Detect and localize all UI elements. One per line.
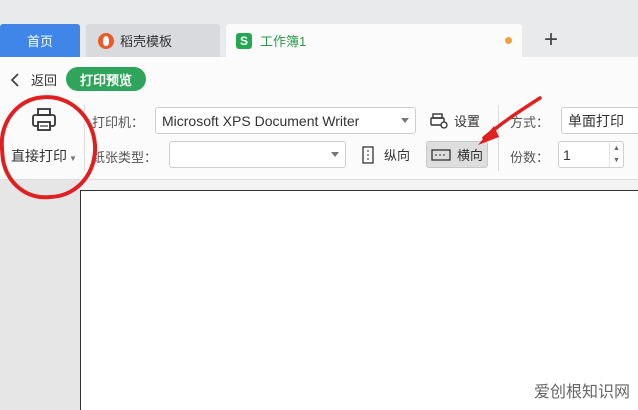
method-label: 方式：	[510, 115, 550, 130]
tab-template[interactable]: 稻壳模板	[86, 24, 220, 57]
print-preview-toolbar: 返回 打印预览 直接打印 ▼ 打印机： Microsoft XPS Documen…	[0, 57, 638, 180]
tab-workbook-label: 工作簿1	[260, 34, 307, 49]
landscape-button[interactable]: 横向	[426, 141, 488, 168]
tab-template-label: 稻壳模板	[120, 34, 173, 49]
paper-type-label: 纸张类型：	[92, 150, 158, 165]
paper-type-select[interactable]	[169, 141, 346, 168]
portrait-label: 纵向	[384, 148, 411, 163]
printer-label: 打印机：	[92, 115, 145, 130]
tab-bar: 首页 稻壳模板 S 工作簿1 +	[0, 0, 638, 57]
settings-button[interactable]: 设置	[426, 107, 484, 134]
chevron-down-icon	[331, 152, 339, 157]
watermark: 爱创根知识网	[533, 382, 630, 401]
landscape-icon	[431, 148, 451, 161]
printer-select-value: Microsoft XPS Document Writer	[162, 112, 360, 129]
add-tab-button[interactable]: +	[536, 26, 566, 54]
portrait-button[interactable]: 纵向	[356, 141, 414, 168]
spreadsheet-icon: S	[236, 32, 252, 49]
back-label: 返回	[31, 73, 58, 88]
divider	[498, 105, 499, 171]
tab-home[interactable]: 首页	[0, 24, 80, 57]
stepper-up-icon[interactable]: ▲	[613, 145, 620, 152]
settings-icon	[430, 112, 448, 129]
stepper-down-icon[interactable]: ▼	[613, 157, 620, 164]
printer-select[interactable]: Microsoft XPS Document Writer	[155, 107, 416, 134]
chevron-left-icon	[10, 72, 19, 87]
daoke-logo-icon	[98, 32, 114, 49]
method-select[interactable]: 单面打印	[561, 107, 638, 134]
portrait-icon	[362, 145, 374, 164]
settings-label: 设置	[454, 114, 481, 129]
tab-workbook[interactable]: S 工作簿1	[226, 24, 522, 57]
unsaved-dot-icon	[505, 37, 512, 44]
copies-label: 份数：	[510, 150, 550, 165]
print-preview-badge: 打印预览	[66, 67, 147, 91]
copies-value: 1	[563, 146, 571, 163]
chevron-down-icon	[401, 118, 409, 123]
print-preview-page: 爱创根知识网	[80, 190, 638, 410]
back-button[interactable]: 返回	[10, 70, 57, 89]
copies-stepper[interactable]: 1 ▲ ▼	[558, 141, 624, 168]
left-panel	[0, 180, 80, 410]
landscape-label: 横向	[457, 148, 484, 163]
method-select-value: 单面打印	[568, 112, 624, 129]
